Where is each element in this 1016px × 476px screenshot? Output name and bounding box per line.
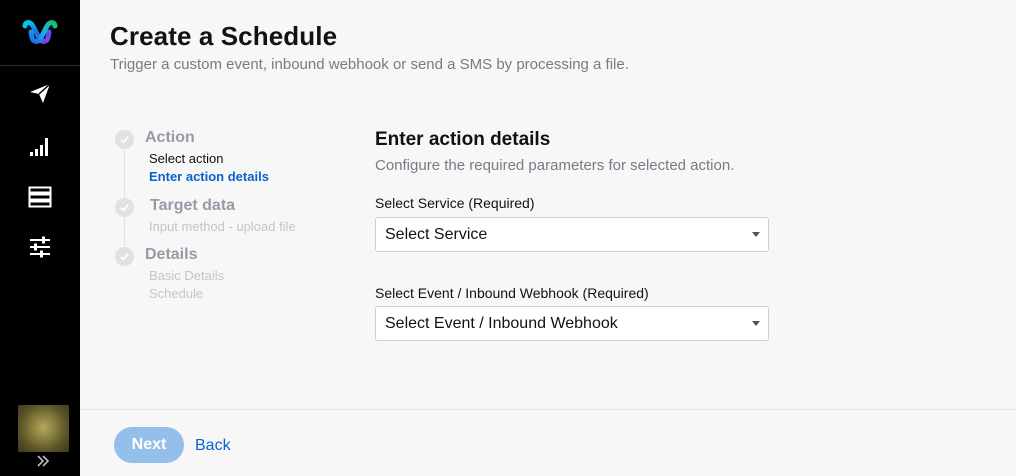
- send-icon[interactable]: [27, 80, 53, 106]
- event-select[interactable]: Select Event / Inbound Webhook: [375, 306, 769, 341]
- sidebar: [0, 0, 80, 476]
- substep-enter-action-details[interactable]: Enter action details: [149, 169, 269, 184]
- substep-basic-details: Basic Details: [149, 268, 225, 283]
- service-select-value: Select Service: [385, 226, 488, 243]
- chevron-down-icon: [752, 232, 760, 237]
- step-check-icon: [115, 130, 134, 149]
- step-title-details: Details: [145, 246, 198, 263]
- step-check-icon: [115, 247, 134, 266]
- step-connector: [124, 216, 125, 246]
- bar-chart-icon[interactable]: [27, 133, 53, 159]
- event-label: Select Event / Inbound Webhook (Required…: [375, 285, 649, 301]
- page-subtitle: Trigger a custom event, inbound webhook …: [110, 56, 629, 73]
- step-check-icon: [115, 198, 134, 217]
- chevron-down-icon: [752, 321, 760, 326]
- substep-select-action[interactable]: Select action: [149, 151, 223, 166]
- substep-schedule: Schedule: [149, 286, 204, 301]
- step-title-target-data: Target data: [150, 197, 236, 214]
- back-button[interactable]: Back: [195, 437, 231, 455]
- service-select[interactable]: Select Service: [375, 217, 769, 252]
- section-title: Enter action details: [375, 129, 551, 150]
- sliders-icon[interactable]: [27, 234, 53, 260]
- avatar[interactable]: [18, 405, 69, 452]
- next-button[interactable]: Next: [114, 427, 184, 463]
- footer-divider: [80, 409, 1016, 410]
- event-select-value: Select Event / Inbound Webhook: [385, 315, 618, 332]
- step-connector: [124, 147, 125, 205]
- progress-stepper: Action Select action Enter action detail…: [115, 128, 345, 308]
- service-label: Select Service (Required): [375, 195, 535, 211]
- expand-sidebar-icon[interactable]: [35, 453, 51, 469]
- page-title: Create a Schedule: [110, 21, 338, 51]
- table-icon[interactable]: [27, 184, 53, 210]
- substep-input-method: Input method - upload file: [149, 219, 296, 234]
- step-title-action: Action: [145, 129, 195, 146]
- sidebar-divider: [0, 65, 80, 66]
- webex-logo-icon[interactable]: [22, 18, 58, 48]
- section-description: Configure the required parameters for se…: [375, 157, 735, 174]
